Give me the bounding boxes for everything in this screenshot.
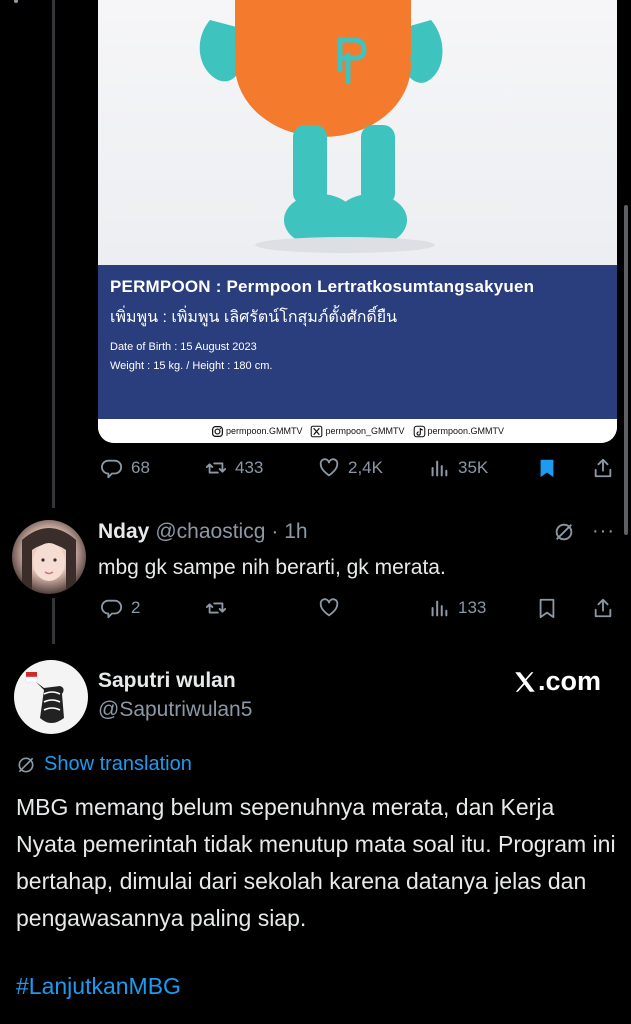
x-logo-icon: [515, 671, 535, 692]
reply-views-count: 133: [458, 598, 487, 617]
tiktok-icon: [413, 425, 425, 437]
repost-action[interactable]: 433: [205, 457, 263, 479]
character-thai-name: เพิ่มพูน : เพิ่มพูน เลิศรัตน์โกสุมภ์ตั้ง…: [110, 309, 398, 326]
mascot-illustration: [199, 0, 443, 253]
reply-reply-action[interactable]: 2: [101, 597, 140, 619]
grok-icon: [18, 757, 34, 772]
share-icon: [594, 598, 612, 618]
like-count: 2,4K: [348, 458, 383, 477]
instagram-icon: [211, 425, 223, 437]
quote-avatar[interactable]: [14, 660, 88, 734]
character-info-band: PERMPOON : Permpoon Lertratkosumtangsaky…: [98, 265, 617, 419]
reply-author-name[interactable]: Nday: [98, 520, 149, 544]
reply-reply-count: 2: [131, 598, 141, 617]
tiktok-handle: permpoon.GMMTV: [427, 426, 505, 436]
views-icon: [431, 460, 448, 477]
quote-author-handle[interactable]: @Saputriwulan5: [98, 698, 252, 722]
grok-icon[interactable]: [553, 521, 575, 543]
heart-icon: [319, 458, 339, 477]
heart-icon: [319, 598, 339, 617]
reply-views-action[interactable]: 133: [428, 597, 486, 619]
bookmark-filled-icon: [540, 459, 554, 478]
reply-avatar[interactable]: [12, 520, 86, 594]
media-card[interactable]: PERMPOON : Permpoon Lertratkosumtangsaky…: [98, 0, 617, 443]
date-of-birth: Date of Birth : 15 August 2023: [110, 341, 257, 353]
reply-header: Nday @chaosticg · 1h: [98, 520, 308, 544]
reply-icon: [101, 459, 123, 479]
scrollbar[interactable]: [624, 205, 628, 535]
share-icon: [594, 458, 612, 478]
bookmark-icon: [539, 598, 555, 619]
reply-author-handle[interactable]: @chaosticg: [155, 520, 265, 544]
reply-share-action[interactable]: [592, 597, 614, 619]
card-social-handles: permpoon.GMMTV permpoon_GMMTV permpoon.G…: [98, 419, 617, 443]
views-count: 35K: [458, 458, 489, 477]
ellipsis-dot: [14, 0, 18, 3]
character-title: PERMPOON : Permpoon Lertratkosumtangsaky…: [110, 277, 535, 296]
views-icon: [431, 600, 448, 617]
show-translation-label[interactable]: Show translation: [44, 753, 192, 776]
quote-author-name[interactable]: Saputri wulan: [98, 669, 236, 693]
reply-avatar-illustration: [22, 528, 76, 594]
thread-line-top: [52, 0, 55, 508]
like-action[interactable]: 2,4K: [318, 457, 383, 479]
x-com-brand: .com: [512, 666, 601, 697]
bookmark-action[interactable]: [536, 457, 558, 479]
thread-line-reply: [52, 598, 55, 644]
x-handle: permpoon_GMMTV: [325, 426, 405, 436]
instagram-handle: permpoon.GMMTV: [225, 426, 303, 436]
reply-count: 68: [131, 458, 150, 477]
reply-bookmark-action[interactable]: [536, 597, 558, 619]
mascot-photo: [98, 0, 617, 265]
repost-icon: [205, 462, 227, 474]
reply-like-action[interactable]: [318, 597, 340, 619]
reply-timestamp[interactable]: · 1h: [271, 520, 307, 544]
reply-text: mbg gk sampe nih berarti, gk merata.: [98, 556, 446, 579]
reply-action[interactable]: 68: [101, 457, 150, 479]
repost-icon: [205, 602, 227, 614]
views-action[interactable]: 35K: [428, 457, 488, 479]
weight-height: Weight : 15 kg. / Height : 180 cm.: [110, 360, 273, 372]
x-com-text: .com: [537, 666, 601, 696]
more-options-icon[interactable]: ···: [592, 520, 615, 543]
show-translation-link[interactable]: Show translation: [16, 753, 192, 776]
reply-repost-action[interactable]: [205, 597, 227, 619]
x-logo-icon: [311, 425, 323, 437]
quote-avatar-illustration: [25, 672, 64, 723]
quote-body-text: MBG memang belum sepenuhnya merata, dan …: [16, 794, 616, 931]
hashtag-link[interactable]: #LanjutkanMBG: [16, 973, 181, 1000]
share-action[interactable]: [592, 457, 614, 479]
repost-count: 433: [235, 458, 264, 477]
reply-icon: [101, 599, 123, 619]
